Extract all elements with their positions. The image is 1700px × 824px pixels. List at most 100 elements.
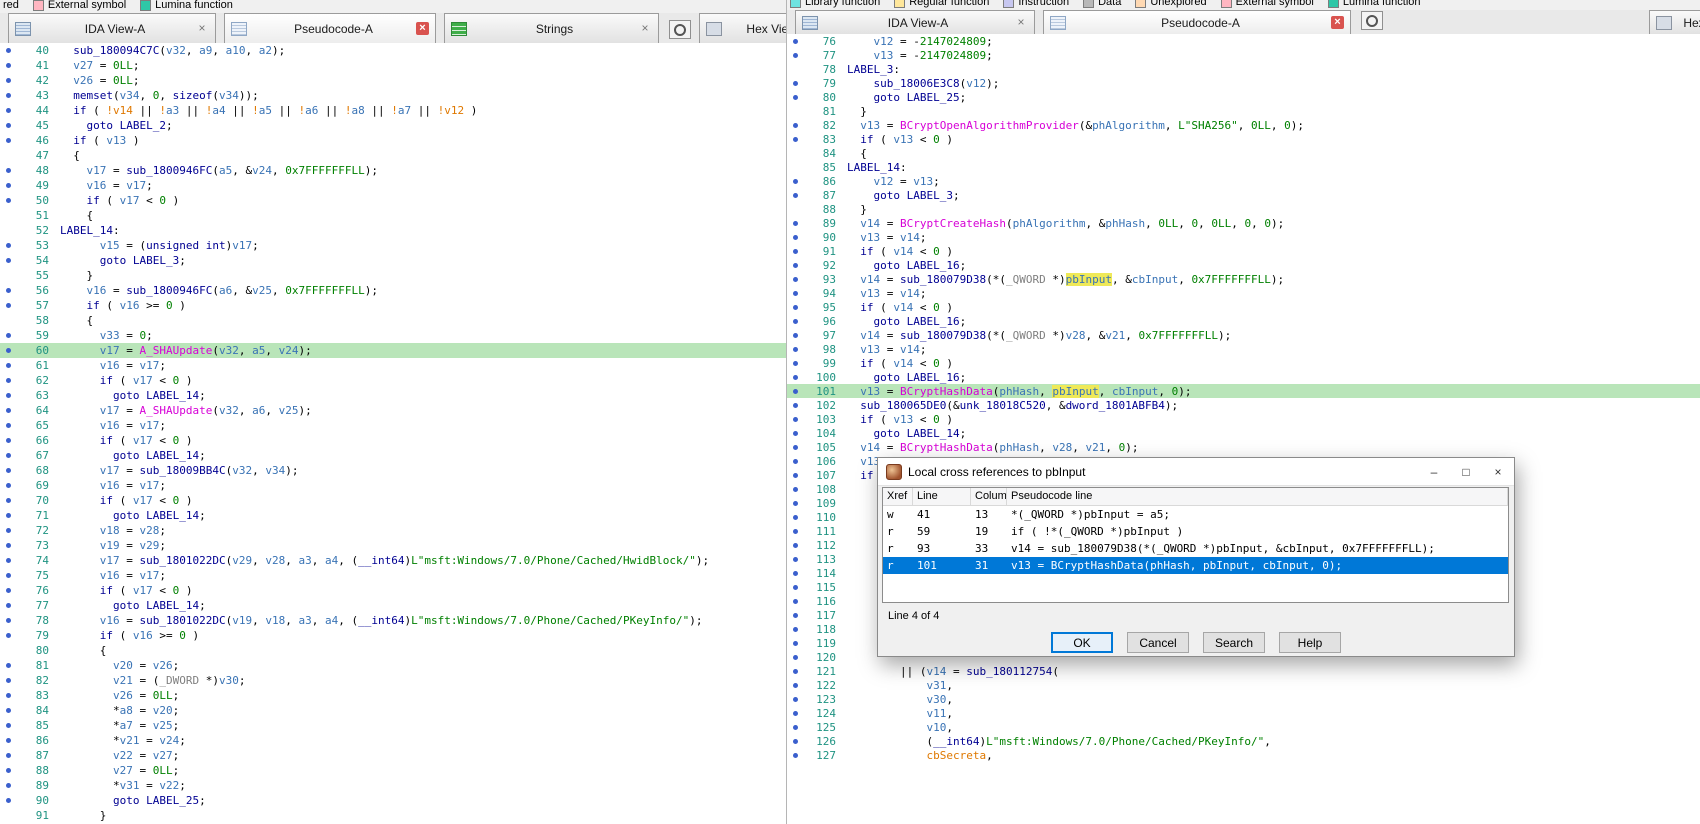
code-line[interactable]: 48 v17 = sub_1800946FC(a5, &v24, 0x7FFFF… bbox=[0, 163, 786, 178]
code-line[interactable]: 84 { bbox=[787, 146, 1700, 160]
code-line[interactable]: 81 v20 = v26; bbox=[0, 658, 786, 673]
tab-hex-view-1[interactable]: Hex View-1× bbox=[699, 13, 786, 43]
code-line[interactable]: 88 } bbox=[787, 202, 1700, 216]
code-line[interactable]: 69 v16 = v17; bbox=[0, 478, 786, 493]
code-line[interactable]: 74 v17 = sub_1801022DC(v29, v28, a3, a4,… bbox=[0, 553, 786, 568]
tab-hex[interactable]: Hex bbox=[1649, 10, 1700, 34]
column-header[interactable]: Column bbox=[971, 488, 1007, 505]
code-line[interactable]: 67 goto LABEL_14; bbox=[0, 448, 786, 463]
code-line[interactable]: 85 *a7 = v25; bbox=[0, 718, 786, 733]
code-line[interactable]: 80 { bbox=[0, 643, 786, 658]
code-line[interactable]: 76 if ( v17 < 0 ) bbox=[0, 583, 786, 598]
code-line[interactable]: 41 v27 = 0LL; bbox=[0, 58, 786, 73]
code-line[interactable]: 98 v13 = v14; bbox=[787, 342, 1700, 356]
code-line[interactable]: 81 } bbox=[787, 104, 1700, 118]
code-line[interactable]: 52LABEL_14: bbox=[0, 223, 786, 238]
code-line[interactable]: 88 v27 = 0LL; bbox=[0, 763, 786, 778]
code-line[interactable]: 121 || (v14 = sub_180112754( bbox=[787, 664, 1700, 678]
help-button[interactable]: Help bbox=[1279, 632, 1341, 653]
cancel-button[interactable]: Cancel bbox=[1127, 632, 1189, 653]
tab-pseudocode-a[interactable]: Pseudocode-A× bbox=[1043, 10, 1351, 34]
code-line[interactable]: 65 v16 = v17; bbox=[0, 418, 786, 433]
code-line[interactable]: 100 goto LABEL_16; bbox=[787, 370, 1700, 384]
tab-ida-view-a[interactable]: IDA View-A× bbox=[795, 10, 1035, 34]
code-line[interactable]: 61 v16 = v17; bbox=[0, 358, 786, 373]
code-line[interactable]: 54 goto LABEL_3; bbox=[0, 253, 786, 268]
column-header[interactable]: Line bbox=[913, 488, 971, 505]
xref-row[interactable]: w4113*(_QWORD *)pbInput = a5; bbox=[883, 506, 1508, 523]
code-line[interactable]: 96 goto LABEL_16; bbox=[787, 314, 1700, 328]
xref-row[interactable]: r10131v13 = BCryptHashData(phHash, pbInp… bbox=[883, 557, 1508, 574]
code-line[interactable]: 99 if ( v14 < 0 ) bbox=[787, 356, 1700, 370]
code-line[interactable]: 58 { bbox=[0, 313, 786, 328]
tab-close-icon[interactable]: × bbox=[416, 22, 429, 35]
code-line[interactable]: 90 goto LABEL_25; bbox=[0, 793, 786, 808]
code-line[interactable]: 60 v17 = A_SHAUpdate(v32, a5, v24); bbox=[0, 343, 786, 358]
code-line[interactable]: 56 v16 = sub_1800946FC(a6, &v25, 0x7FFFF… bbox=[0, 283, 786, 298]
code-line[interactable]: 77 v13 = -2147024809; bbox=[787, 48, 1700, 62]
code-line[interactable]: 124 v11, bbox=[787, 706, 1700, 720]
code-line[interactable]: 62 if ( v17 < 0 ) bbox=[0, 373, 786, 388]
code-line[interactable]: 72 v18 = v28; bbox=[0, 523, 786, 538]
left-pseudocode-panel[interactable]: 40 sub_180094C7C(v32, a9, a10, a2);41 v2… bbox=[0, 43, 786, 824]
tab-strings[interactable]: Strings× bbox=[444, 13, 659, 43]
xref-row[interactable]: r9333v14 = sub_180079D38(*(_QWORD *)pbIn… bbox=[883, 540, 1508, 557]
code-line[interactable]: 42 v26 = 0LL; bbox=[0, 73, 786, 88]
code-line[interactable]: 68 v17 = sub_18009BB4C(v32, v34); bbox=[0, 463, 786, 478]
code-line[interactable]: 84 *a8 = v20; bbox=[0, 703, 786, 718]
code-line[interactable]: 78 v16 = sub_1801022DC(v19, v18, a3, a4,… bbox=[0, 613, 786, 628]
code-line[interactable]: 104 goto LABEL_14; bbox=[787, 426, 1700, 440]
code-line[interactable]: 64 v17 = A_SHAUpdate(v32, a6, v25); bbox=[0, 403, 786, 418]
tab-close-icon[interactable]: × bbox=[1014, 16, 1028, 30]
code-line[interactable]: 80 goto LABEL_25; bbox=[787, 90, 1700, 104]
code-line[interactable]: 79 if ( v16 >= 0 ) bbox=[0, 628, 786, 643]
tab-close-icon[interactable]: × bbox=[195, 22, 209, 36]
code-line[interactable]: 51 { bbox=[0, 208, 786, 223]
code-line[interactable]: 59 v33 = 0; bbox=[0, 328, 786, 343]
code-line[interactable]: 89 v14 = BCryptCreateHash(phAlgorithm, &… bbox=[787, 216, 1700, 230]
code-line[interactable]: 78LABEL_3: bbox=[787, 62, 1700, 76]
code-line[interactable]: 44 if ( !v14 || !a3 || !a4 || !a5 || !a6… bbox=[0, 103, 786, 118]
close-icon[interactable]: × bbox=[1482, 465, 1514, 479]
code-line[interactable]: 83 if ( v13 < 0 ) bbox=[787, 132, 1700, 146]
code-line[interactable]: 85LABEL_14: bbox=[787, 160, 1700, 174]
maximize-button[interactable]: □ bbox=[1450, 465, 1482, 479]
code-line[interactable]: 82 v13 = BCryptOpenAlgorithmProvider(&ph… bbox=[787, 118, 1700, 132]
code-line[interactable]: 83 v26 = 0LL; bbox=[0, 688, 786, 703]
code-line[interactable]: 105 v14 = BCryptHashData(phHash, v28, v2… bbox=[787, 440, 1700, 454]
code-line[interactable]: 77 goto LABEL_14; bbox=[0, 598, 786, 613]
code-line[interactable]: 103 if ( v13 < 0 ) bbox=[787, 412, 1700, 426]
code-line[interactable]: 45 goto LABEL_2; bbox=[0, 118, 786, 133]
code-line[interactable]: 53 v15 = (unsigned int)v17; bbox=[0, 238, 786, 253]
code-line[interactable]: 73 v19 = v29; bbox=[0, 538, 786, 553]
code-line[interactable]: 82 v21 = (_DWORD *)v30; bbox=[0, 673, 786, 688]
code-line[interactable]: 40 sub_180094C7C(v32, a9, a10, a2); bbox=[0, 43, 786, 58]
tab-menu-button[interactable] bbox=[669, 20, 691, 39]
tab-menu-button[interactable] bbox=[1361, 11, 1383, 30]
code-line[interactable]: 76 v12 = -2147024809; bbox=[787, 34, 1700, 48]
ok-button[interactable]: OK bbox=[1051, 632, 1113, 653]
code-line[interactable]: 97 v14 = sub_180079D38(*(_QWORD *)v28, &… bbox=[787, 328, 1700, 342]
code-line[interactable]: 46 if ( v13 ) bbox=[0, 133, 786, 148]
column-header[interactable]: Xref bbox=[883, 488, 913, 505]
code-line[interactable]: 50 if ( v17 < 0 ) bbox=[0, 193, 786, 208]
code-line[interactable]: 125 v10, bbox=[787, 720, 1700, 734]
tab-ida-view-a[interactable]: IDA View-A× bbox=[8, 13, 216, 43]
code-line[interactable]: 66 if ( v17 < 0 ) bbox=[0, 433, 786, 448]
code-line[interactable]: 86 *v21 = v24; bbox=[0, 733, 786, 748]
right-pseudocode-panel[interactable]: 76 v12 = -2147024809;77 v13 = -214702480… bbox=[787, 34, 1700, 824]
code-line[interactable]: 63 goto LABEL_14; bbox=[0, 388, 786, 403]
code-line[interactable]: 79 sub_18006E3C8(v12); bbox=[787, 76, 1700, 90]
code-line[interactable]: 47 { bbox=[0, 148, 786, 163]
code-line[interactable]: 91 if ( v14 < 0 ) bbox=[787, 244, 1700, 258]
code-line[interactable]: 57 if ( v16 >= 0 ) bbox=[0, 298, 786, 313]
code-line[interactable]: 49 v16 = v17; bbox=[0, 178, 786, 193]
code-line[interactable]: 101 v13 = BCryptHashData(phHash, pbInput… bbox=[787, 384, 1700, 398]
search-button[interactable]: Search bbox=[1203, 632, 1265, 653]
tab-close-icon[interactable]: × bbox=[1331, 16, 1344, 29]
code-line[interactable]: 70 if ( v17 < 0 ) bbox=[0, 493, 786, 508]
tab-pseudocode-a[interactable]: Pseudocode-A× bbox=[224, 13, 436, 43]
code-line[interactable]: 95 if ( v14 < 0 ) bbox=[787, 300, 1700, 314]
code-line[interactable]: 92 goto LABEL_16; bbox=[787, 258, 1700, 272]
code-line[interactable]: 93 v14 = sub_180079D38(*(_QWORD *)pbInpu… bbox=[787, 272, 1700, 286]
